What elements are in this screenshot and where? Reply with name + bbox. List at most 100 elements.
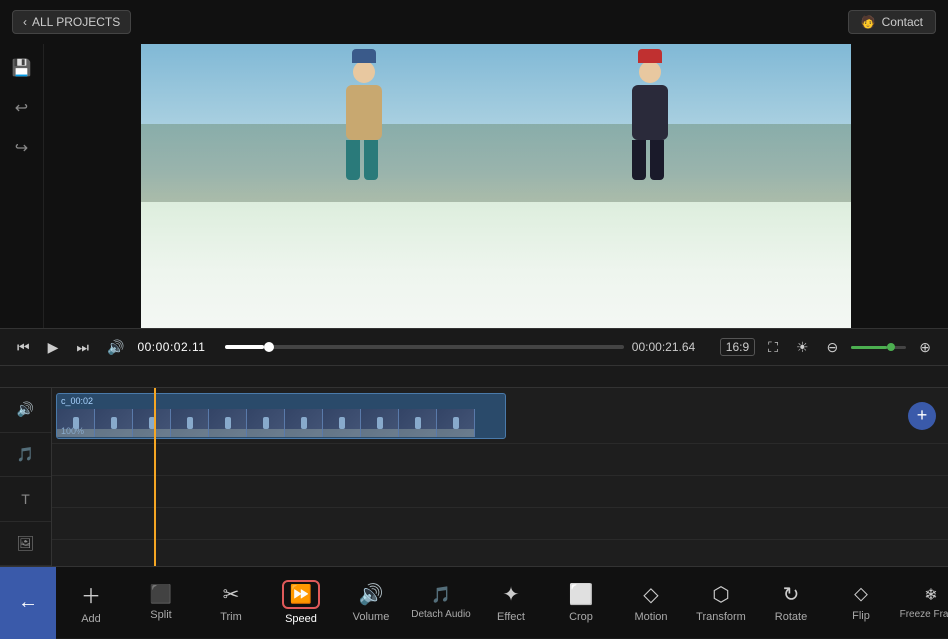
rotate-label: Rotate: [775, 611, 807, 623]
leg-right-2: [650, 140, 664, 180]
music-track-control[interactable]: 🎵: [0, 433, 51, 478]
detach-audio-icon: 🎵: [431, 585, 451, 605]
tool-motion[interactable]: ◇ Motion: [616, 567, 686, 639]
back-nav-icon: ←: [18, 591, 38, 614]
motion-icon: ◇: [643, 582, 658, 607]
tool-trim[interactable]: ✂ Trim: [196, 567, 266, 639]
zoom-slider[interactable]: [851, 346, 906, 349]
video-track-control[interactable]: 🔊: [0, 388, 51, 433]
tool-effect[interactable]: ✦ Effect: [476, 567, 546, 639]
top-bar: ‹ ALL PROJECTS 🧑 Contact: [0, 0, 948, 44]
flip-label: Flip: [852, 610, 870, 622]
thumb-8: [323, 409, 361, 437]
bottom-toolbar: ← ＋ Add ⬛ Split ✂ Trim ⏩ Speed 🔊 Volume …: [0, 566, 948, 638]
sidebar-redo-icon[interactable]: ↪: [6, 132, 38, 164]
thumb-6: [247, 409, 285, 437]
person-right-legs: [632, 140, 668, 180]
effect-icon: ✦: [503, 582, 520, 607]
figure-left: [319, 61, 409, 211]
tool-freeze-frame[interactable]: ❄ Freeze Frame: [896, 567, 948, 639]
transform-label: Transform: [696, 611, 746, 623]
volume-button[interactable]: 🔊: [102, 336, 129, 359]
contact-button[interactable]: 🧑 Contact: [848, 10, 936, 34]
zoom-in-icon[interactable]: ⊕: [914, 336, 936, 359]
video-track: c_00:02 100%: [52, 388, 948, 444]
trim-label: Trim: [220, 611, 242, 623]
back-to-projects-button[interactable]: ‹ ALL PROJECTS: [12, 10, 131, 34]
zoom-handle[interactable]: [887, 343, 895, 351]
tool-speed[interactable]: ⏩ Speed: [266, 567, 336, 639]
timeline-tracks: 🔊 🎵 T 🖼 c_00:02: [0, 388, 948, 566]
clip-percent: 100%: [61, 426, 84, 436]
timeline-section: 00:00:04 00:00:08 00:00:12 00:00:16 00:0…: [0, 366, 948, 566]
video-clip[interactable]: c_00:02 100%: [56, 393, 506, 439]
split-icon: ⬛: [150, 584, 172, 605]
tool-volume[interactable]: 🔊 Volume: [336, 567, 406, 639]
fullscreen-button[interactable]: ⛶: [763, 336, 783, 359]
scene-ground: [141, 202, 851, 329]
person-left: [329, 61, 399, 201]
play-button[interactable]: ▶: [43, 336, 64, 359]
back-nav-button[interactable]: ←: [0, 567, 56, 639]
skip-to-end-button[interactable]: ⏭: [71, 336, 94, 359]
tool-add[interactable]: ＋ Add: [56, 567, 126, 639]
leg-left-1: [346, 140, 360, 180]
timeline-scrubber[interactable]: [225, 345, 623, 349]
video-preview: [141, 44, 851, 328]
aspect-ratio-display: 16:9: [720, 338, 755, 356]
person-right: [615, 61, 685, 201]
split-label: Split: [150, 609, 171, 621]
effect-label: Effect: [497, 611, 525, 623]
volume-label: Volume: [353, 611, 390, 623]
contact-icon: 🧑: [861, 15, 876, 29]
skip-to-start-button[interactable]: ⏮: [12, 336, 35, 359]
leg-right-1: [632, 140, 646, 180]
person-left-body: [346, 85, 382, 140]
clip-label: c_00:02: [61, 396, 93, 406]
contact-label: Contact: [882, 15, 923, 29]
hat-red: [638, 49, 662, 63]
figure-right: [605, 61, 695, 211]
thumb-11: [437, 409, 475, 437]
speed-icon: ⏩: [290, 584, 312, 605]
tool-transform[interactable]: ⬡ Transform: [686, 567, 756, 639]
image-track-control[interactable]: 🖼: [0, 522, 51, 567]
sidebar-save-icon[interactable]: 💾: [6, 52, 38, 84]
tool-crop[interactable]: ⬜ Crop: [546, 567, 616, 639]
thumb-9: [361, 409, 399, 437]
left-sidebar: 💾 ↩ ↪: [0, 44, 44, 328]
main-content: 💾 ↩ ↪: [0, 44, 948, 328]
motion-label: Motion: [634, 611, 667, 623]
zoom-track[interactable]: [851, 346, 906, 349]
add-label: Add: [81, 613, 101, 625]
crop-label: Crop: [569, 611, 593, 623]
rotate-icon: ↻: [783, 582, 800, 607]
detach-audio-label: Detach Audio: [411, 609, 471, 620]
tool-rotate[interactable]: ↻ Rotate: [756, 567, 826, 639]
sidebar-undo-icon[interactable]: ↩: [6, 92, 38, 124]
progress-fill: [225, 345, 264, 349]
add-track-button[interactable]: +: [908, 402, 936, 430]
total-time-display: 00:00:21.64: [632, 340, 712, 354]
image-track: [52, 508, 948, 540]
track-controls: 🔊 🎵 T 🖼: [0, 388, 52, 566]
timeline-ruler: 00:00:04 00:00:08 00:00:12 00:00:16 00:0…: [0, 366, 948, 388]
flip-icon: ⬦: [854, 583, 868, 606]
text-track-control[interactable]: T: [0, 477, 51, 522]
tool-detach-audio[interactable]: 🎵 Detach Audio: [406, 567, 476, 639]
transform-icon: ⬡: [712, 582, 729, 607]
brightness-button[interactable]: ☀: [791, 336, 814, 359]
freeze-frame-label: Freeze Frame: [900, 609, 948, 620]
tool-split[interactable]: ⬛ Split: [126, 567, 196, 639]
tool-flip[interactable]: ⬦ Flip: [826, 567, 896, 639]
thumb-10: [399, 409, 437, 437]
text-track: [52, 476, 948, 508]
zoom-fill: [851, 346, 887, 349]
clip-thumbnails: [57, 394, 475, 438]
speed-icon-wrapper: ⏩: [282, 580, 320, 609]
person-right-head: [639, 61, 661, 83]
transport-bar: ⏮ ▶ ⏭ 🔊 00:00:02.11 00:00:21.64 16:9 ⛶ ☀…: [0, 328, 948, 366]
thumb-3: [133, 409, 171, 437]
progress-handle[interactable]: [264, 342, 274, 352]
person-left-head: [353, 61, 375, 83]
